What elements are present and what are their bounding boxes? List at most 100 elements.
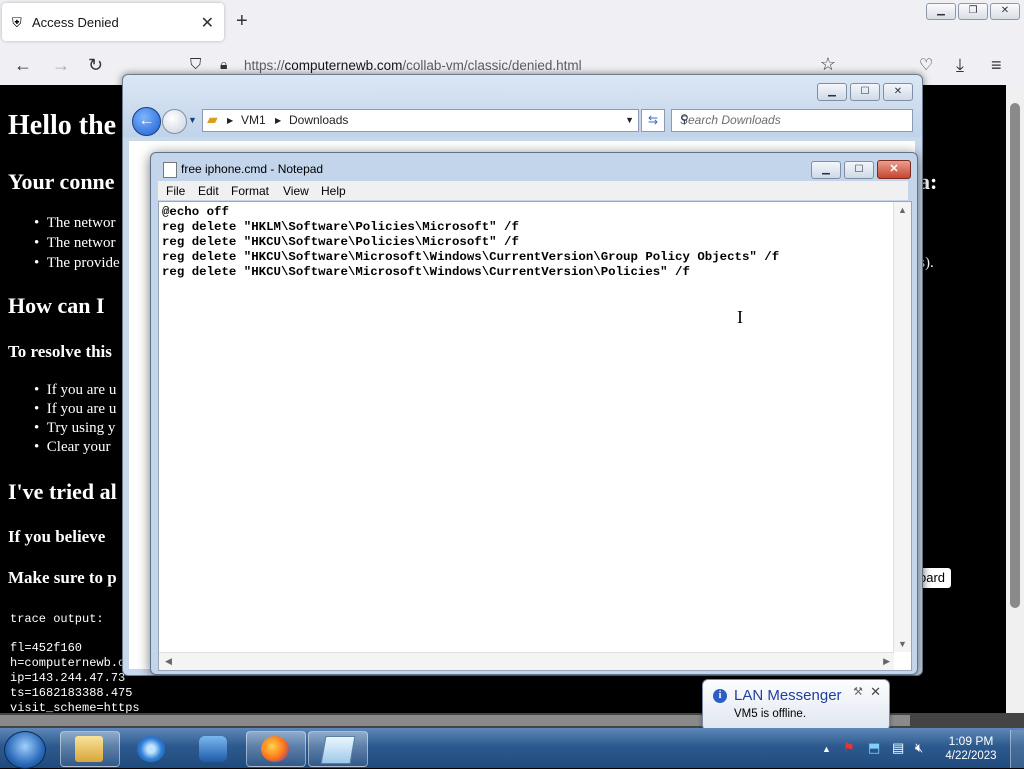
believe-text: If you believe: [8, 527, 106, 546]
trace-line: ip=143.244.47.73: [10, 671, 126, 685]
show-hidden-icons-icon[interactable]: ▲: [822, 744, 831, 754]
address-dropdown-icon[interactable]: ▼: [625, 115, 634, 125]
browser-tab-access-denied[interactable]: ⛨ Access Denied ✕: [2, 3, 224, 41]
menu-file[interactable]: File: [166, 184, 185, 198]
how-heading: How can I: [8, 293, 105, 318]
menu-edit[interactable]: Edit: [198, 184, 219, 198]
back-arrow-icon[interactable]: ←: [14, 55, 32, 76]
notification-message: VM5 is offline.: [734, 708, 807, 720]
explorer-forward-button[interactable]: [162, 109, 187, 134]
page-vertical-scrollbar[interactable]: [1006, 85, 1024, 713]
network-icon[interactable]: ▤: [892, 740, 904, 756]
list-item: • The provide: [34, 255, 120, 271]
trace-line: ts=1682183388.475: [10, 686, 133, 700]
trace-line: fl=452f160: [10, 641, 83, 655]
page-heading: Hello the: [8, 110, 117, 141]
taskbar-notepad-button[interactable]: [308, 731, 368, 767]
notepad-window[interactable]: free iphone.cmd - Notepad ▁ ☐ ✕ File Edi…: [150, 152, 918, 675]
notification-title: LAN Messenger: [734, 687, 842, 704]
menu-help[interactable]: Help: [321, 184, 346, 198]
list-item: • Try using y: [34, 420, 116, 436]
make-sure-text: Make sure to p: [8, 568, 117, 587]
recent-pages-chevron-icon[interactable]: ▼: [188, 115, 197, 125]
notepad-minimize-button[interactable]: ▁: [811, 161, 841, 179]
info-icon: i: [713, 689, 727, 703]
folder-icon: [75, 736, 103, 762]
pocket-icon[interactable]: ♡: [919, 55, 933, 75]
lan-messenger-tray-icon[interactable]: ⬒: [868, 740, 880, 756]
notepad-content[interactable]: @echo off reg delete "HKLM\Software\Poli…: [162, 205, 779, 280]
tab-close-icon[interactable]: ✕: [201, 13, 214, 33]
tracking-shield-icon[interactable]: ⛉: [190, 56, 201, 73]
folder-icon: ▰: [207, 111, 218, 127]
resolve-text: To resolve this: [8, 342, 112, 361]
notepad-maximize-button[interactable]: ☐: [844, 161, 874, 179]
reload-icon[interactable]: ↻: [88, 55, 103, 76]
scroll-up-icon[interactable]: ▲: [898, 205, 907, 215]
tab-title: Access Denied: [32, 15, 119, 30]
list-item: • Clear your: [34, 439, 111, 455]
app-menu-icon[interactable]: ≡: [991, 55, 1002, 76]
notepad-text-area[interactable]: @echo off reg delete "HKLM\Software\Poli…: [158, 201, 912, 671]
explorer-minimize-button[interactable]: ▁: [817, 83, 847, 101]
scroll-left-icon[interactable]: ◀: [165, 656, 172, 667]
taskbar-date[interactable]: 4/22/2023: [940, 750, 1002, 762]
bookmark-star-icon[interactable]: ☆: [820, 54, 836, 75]
connection-heading: Your conne: [8, 169, 115, 194]
browser-restore-button[interactable]: ❐: [958, 3, 988, 20]
taskbar-firefox-button[interactable]: [246, 731, 306, 767]
url-text[interactable]: https://computernewb.com/collab-vm/class…: [244, 58, 582, 73]
start-button[interactable]: [4, 731, 46, 769]
notepad-vertical-scrollbar[interactable]: ▲ ▼: [893, 202, 911, 652]
notepad-icon: [163, 162, 177, 178]
forward-arrow-icon[interactable]: →: [52, 55, 70, 76]
browser-minimize-button[interactable]: ▁: [926, 3, 956, 20]
list-item: • The networ: [34, 215, 116, 231]
firefox-icon: [261, 736, 289, 762]
trace-line: visit_scheme=https: [10, 701, 140, 713]
scroll-down-icon[interactable]: ▼: [898, 639, 907, 649]
taskbar-ie-button[interactable]: [122, 731, 182, 767]
breadcrumb-downloads[interactable]: Downloads: [289, 113, 348, 127]
notepad-title: free iphone.cmd - Notepad: [181, 162, 324, 176]
action-center-icon[interactable]: ⚑: [843, 740, 855, 756]
site-shield-icon: ⛨: [12, 15, 22, 30]
explorer-search-input[interactable]: Search Downloads ⚲: [671, 109, 913, 132]
list-item: • If you are u: [34, 382, 117, 398]
browser-close-button[interactable]: ✕: [990, 3, 1020, 20]
new-tab-button[interactable]: +: [236, 10, 248, 33]
text-cursor-icon: I: [737, 307, 743, 327]
explorer-back-button[interactable]: ←: [132, 107, 161, 136]
notification-close-icon[interactable]: ✕: [870, 684, 881, 700]
volume-muted-icon[interactable]: 🔇︎: [915, 740, 923, 756]
explorer-address-bar[interactable]: ▰ ▶ VM1 ▶ Downloads ▼: [202, 109, 639, 132]
taskbar-explorer-button[interactable]: [60, 731, 120, 767]
search-icon[interactable]: ⚲: [680, 112, 907, 126]
explorer-refresh-button[interactable]: ⇆: [641, 109, 665, 132]
taskbar-lan-messenger-button[interactable]: [184, 731, 244, 767]
breadcrumb-vm1[interactable]: VM1: [241, 113, 266, 127]
breadcrumb-separator-icon: ▶: [227, 116, 234, 125]
trace-label: trace output:: [10, 612, 104, 626]
taskbar-time[interactable]: 1:09 PM: [940, 734, 1002, 748]
explorer-close-button[interactable]: ✕: [883, 83, 913, 101]
trace-line: h=computernewb.c: [10, 656, 126, 670]
notepad-close-button[interactable]: ✕: [877, 160, 911, 179]
menu-view[interactable]: View: [283, 184, 309, 198]
lock-icon[interactable]: 🔒︎: [220, 56, 227, 73]
internet-explorer-icon: [137, 736, 165, 762]
list-item: • If you are u: [34, 401, 117, 417]
lan-messenger-notification[interactable]: i LAN Messenger ⚒ ✕ VM5 is offline.: [702, 679, 890, 731]
scroll-right-icon[interactable]: ▶: [883, 656, 890, 667]
downloads-icon[interactable]: ⤓: [956, 55, 964, 76]
notepad-menu-bar: File Edit Format View Help: [158, 181, 908, 200]
menu-format[interactable]: Format: [231, 184, 269, 198]
breadcrumb-separator-icon: ▶: [275, 116, 282, 125]
list-item: • The networ: [34, 235, 116, 251]
show-desktop-button[interactable]: [1010, 730, 1024, 768]
lan-messenger-icon: [199, 736, 227, 762]
notification-options-icon[interactable]: ⚒: [853, 685, 863, 698]
scrollbar-thumb[interactable]: [1010, 103, 1020, 608]
explorer-maximize-button[interactable]: ☐: [850, 83, 880, 101]
notepad-horizontal-scrollbar[interactable]: ◀ ▶: [159, 652, 894, 670]
